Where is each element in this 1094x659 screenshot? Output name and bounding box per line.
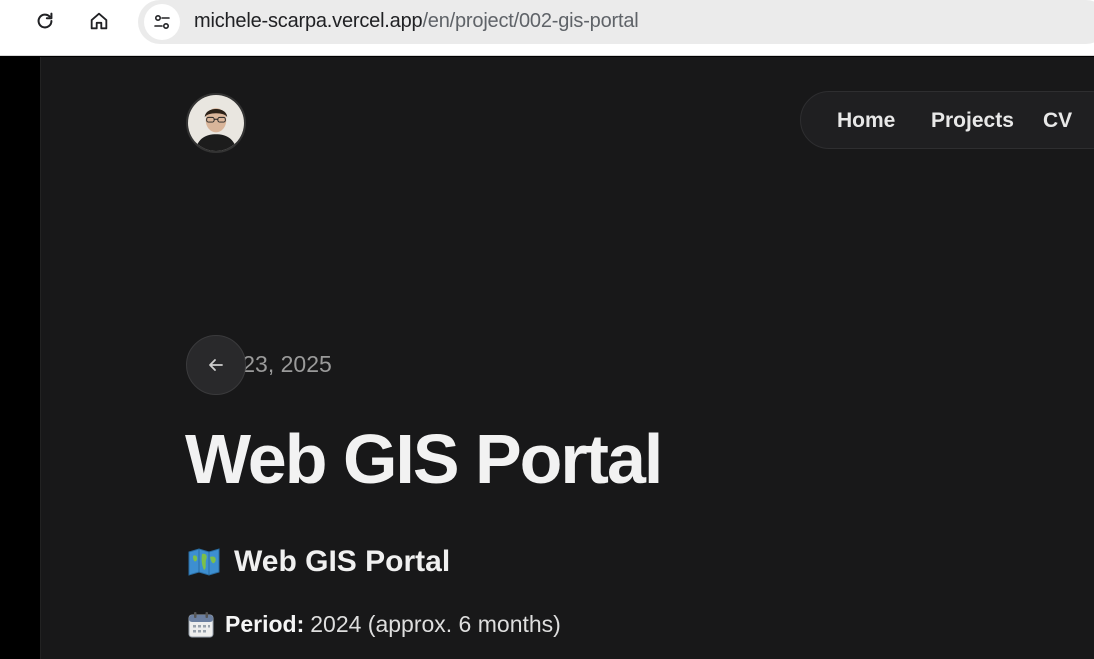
home-icon [90,12,108,30]
nav-projects-link[interactable]: Projects [931,109,1014,133]
nav-cv-link[interactable]: CV [1043,109,1072,133]
reload-button[interactable] [29,5,61,37]
avatar[interactable] [186,93,246,153]
page-content: Home Projects CV June 23, 2025 Web GIS P… [40,57,1094,659]
nav-home-link[interactable]: Home [837,109,895,133]
back-button[interactable] [186,335,246,395]
arrow-left-icon [209,359,223,371]
main-nav: Home Projects CV [800,91,1094,149]
reload-icon [37,12,53,29]
page-viewport: Home Projects CV June 23, 2025 Web GIS P… [0,57,1094,659]
section-heading-text: Web GIS Portal [234,545,451,578]
period-value: 2024 (approx. 6 months) [310,611,561,637]
section-heading: Web GIS Portal [188,545,450,579]
period-label: Period: [225,611,305,637]
site-info-button[interactable] [144,4,180,40]
home-button[interactable] [83,5,115,37]
world-map-icon [188,548,220,576]
browser-toolbar: michele-scarpa.vercel.app/en/project/002… [0,0,1094,56]
next-line-partial [188,653,988,659]
url-host: michele-scarpa.vercel.app [194,10,423,32]
page-title: Web GIS Portal [185,420,663,498]
tune-icon [154,14,170,30]
address-bar[interactable]: michele-scarpa.vercel.app/en/project/002… [138,0,1094,44]
url-path: /en/project/002-gis-portal [422,10,639,32]
period-line: Period: 2024 (approx. 6 months) [188,611,561,638]
calendar-icon [188,611,214,637]
avatar-photo [188,95,244,151]
url-text[interactable]: michele-scarpa.vercel.app/en/project/002… [194,10,639,32]
